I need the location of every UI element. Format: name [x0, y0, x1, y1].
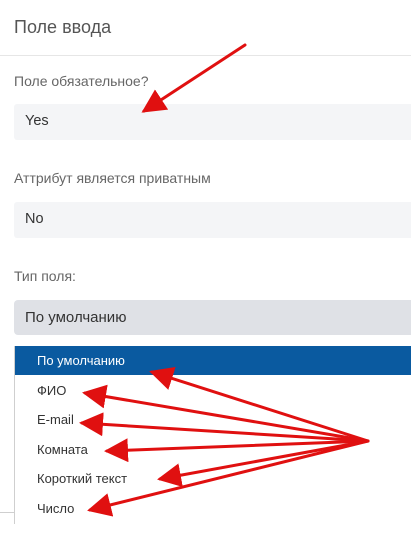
required-field[interactable]: Yes [14, 104, 411, 140]
option-number[interactable]: Число [15, 494, 411, 523]
option-email[interactable]: E-mail [15, 405, 411, 434]
option-fio[interactable]: ФИО [15, 376, 411, 405]
divider [0, 512, 14, 513]
option-label: Короткий текст [37, 471, 128, 486]
option-label: По умолчанию [37, 353, 125, 368]
private-value: No [25, 211, 44, 227]
option-room[interactable]: Комната [15, 435, 411, 464]
field-type-selected-value: По умолчанию [25, 309, 127, 326]
field-type-label: Тип поля: [14, 268, 76, 284]
field-type-dropdown: По умолчанию ФИО E-mail Комната Короткий… [14, 346, 411, 524]
option-short-text[interactable]: Короткий текст [15, 464, 411, 493]
option-label: Число [37, 501, 75, 516]
field-type-select[interactable]: По умолчанию [14, 300, 411, 335]
private-label: Аттрибут является приватным [14, 170, 211, 186]
required-value: Yes [25, 113, 49, 129]
dialog-title: Поле ввода [14, 17, 112, 37]
option-label: ФИО [37, 383, 67, 398]
private-field[interactable]: No [14, 202, 411, 238]
option-label: E-mail [37, 412, 74, 427]
option-default[interactable]: По умолчанию [15, 346, 411, 375]
option-label: Комната [37, 442, 88, 457]
required-label: Поле обязательное? [14, 73, 149, 89]
dialog-header: Поле ввода [0, 0, 411, 56]
